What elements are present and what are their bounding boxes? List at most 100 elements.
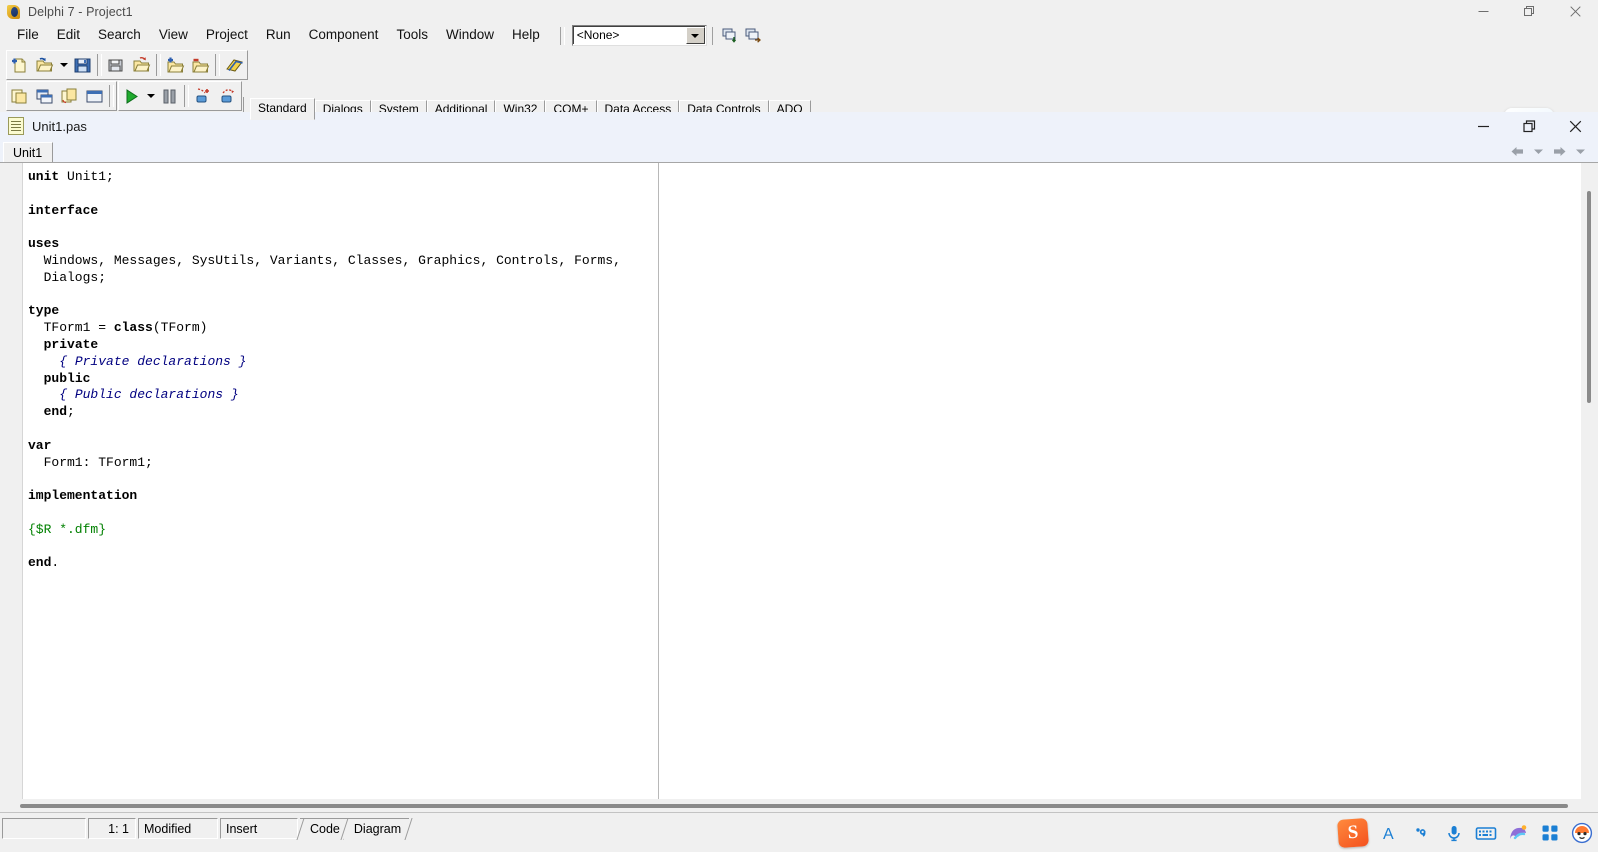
editor-vertical-split-line <box>658 163 659 812</box>
pause-icon[interactable] <box>157 84 182 108</box>
code-line <box>28 505 648 522</box>
toolbars-row: Standard Dialogs System Additional Win32… <box>0 48 1598 113</box>
code-token: class <box>114 320 153 335</box>
code-token <box>28 404 44 419</box>
keyboard-icon[interactable] <box>1474 821 1498 845</box>
add-file-to-project-button[interactable] <box>163 53 188 77</box>
help-book-icon[interactable] <box>222 53 247 77</box>
remove-file-from-project-button[interactable] <box>188 53 213 77</box>
view-toolbar <box>6 81 117 111</box>
menu-project[interactable]: Project <box>197 24 257 47</box>
run-dropdown[interactable] <box>144 84 157 108</box>
letter-a-icon[interactable]: A <box>1378 821 1402 845</box>
menu-window[interactable]: Window <box>437 24 503 47</box>
code-line: interface <box>28 203 648 220</box>
code-token: Unit1; <box>59 169 114 184</box>
code-line <box>28 471 648 488</box>
skin-palette-icon[interactable] <box>1506 821 1530 845</box>
editor-vertical-scroll-thumb[interactable] <box>1587 191 1591 403</box>
standard-toolbar <box>6 50 248 80</box>
code-token <box>28 337 44 352</box>
view-form-button[interactable] <box>32 84 57 108</box>
menu-component[interactable]: Component <box>300 24 388 47</box>
svg-text:A: A <box>1383 826 1394 843</box>
palette-tab-standard[interactable]: Standard <box>250 98 315 120</box>
view-toolbar-divider <box>109 85 114 107</box>
toolbar-divider-3 <box>215 54 220 76</box>
editor-restore-button[interactable] <box>1506 112 1552 140</box>
toolbar-divider <box>97 54 102 76</box>
arrow-left-icon[interactable] <box>1508 142 1527 160</box>
grid-apps-icon[interactable] <box>1538 821 1562 845</box>
code-token: end <box>28 555 51 570</box>
code-token: type <box>28 303 59 318</box>
menu-help[interactable]: Help <box>503 24 549 47</box>
code-token: public <box>44 371 91 386</box>
editor-gutter <box>0 163 23 812</box>
status-cursor-position: 1: 1 <box>88 818 136 839</box>
chevron-down-icon[interactable] <box>686 27 705 44</box>
editor-close-button[interactable] <box>1552 112 1598 140</box>
open-folder-icon[interactable] <box>129 53 154 77</box>
code-editor-window: Unit1.pas Unit1 <box>0 112 1598 812</box>
menu-edit[interactable]: Edit <box>48 24 89 47</box>
editor-horizontal-scroll-thumb[interactable] <box>20 804 1568 808</box>
open-project-button[interactable] <box>32 53 57 77</box>
set-debug-desktop-icon[interactable] <box>743 26 764 46</box>
code-token <box>28 354 59 369</box>
editor-tab-bar: Unit1 <box>0 140 1598 162</box>
menu-file[interactable]: File <box>8 24 48 47</box>
sogou-logo-icon[interactable]: S <box>1337 818 1369 848</box>
save-all-button[interactable] <box>104 53 129 77</box>
view-unit-button[interactable] <box>7 84 32 108</box>
save-desktop-icon[interactable] <box>720 26 741 46</box>
minimize-button[interactable] <box>1460 0 1506 23</box>
editor-vertical-scrollbar[interactable] <box>1581 163 1598 812</box>
code-line: private <box>28 337 648 354</box>
open-project-dropdown[interactable] <box>57 53 70 77</box>
microphone-icon[interactable] <box>1442 821 1466 845</box>
editor-file-title: Unit1.pas <box>32 119 87 134</box>
code-token: unit <box>28 169 59 184</box>
account-avatar-icon[interactable] <box>1570 821 1594 845</box>
arrow-right-icon[interactable] <box>1550 142 1569 160</box>
toolbar-divider-2 <box>156 54 161 76</box>
status-bar: 1: 1 Modified Insert Code Diagram S A <box>0 812 1598 852</box>
run-play-icon[interactable] <box>119 84 144 108</box>
menu-tools[interactable]: Tools <box>387 24 437 47</box>
punctuation-icon[interactable] <box>1410 821 1434 845</box>
editor-code-text[interactable]: unit Unit1; interface uses Windows, Mess… <box>28 169 648 572</box>
code-token: Windows, Messages, SysUtils, Variants, C… <box>28 253 621 268</box>
code-token: { Public declarations } <box>59 387 238 402</box>
trace-into-icon[interactable] <box>191 84 216 108</box>
window-title: Delphi 7 - Project1 <box>28 5 133 19</box>
code-line <box>28 539 648 556</box>
code-token: (TForm) <box>153 320 208 335</box>
code-line: public <box>28 371 648 388</box>
editor-minimize-button[interactable] <box>1460 112 1506 140</box>
code-token: { Private declarations } <box>59 354 246 369</box>
new-form-button[interactable] <box>82 84 107 108</box>
code-token: . <box>51 555 59 570</box>
menu-view[interactable]: View <box>150 24 197 47</box>
chevron-down-icon-left[interactable] <box>1529 142 1548 160</box>
menu-search[interactable]: Search <box>89 24 150 47</box>
editor-horizontal-scrollbar[interactable] <box>0 799 1598 813</box>
status-tab-diagram[interactable]: Diagram <box>344 818 409 840</box>
editor-tab-unit1[interactable]: Unit1 <box>3 142 53 164</box>
code-token <box>28 387 59 402</box>
close-button[interactable] <box>1552 0 1598 23</box>
toggle-form-unit-button[interactable] <box>57 84 82 108</box>
new-items-button[interactable] <box>7 53 32 77</box>
status-insert-mode: Insert <box>220 818 298 839</box>
desktop-layout-combo[interactable]: <None> <box>572 25 707 46</box>
menu-run[interactable]: Run <box>257 24 300 47</box>
main-window-controls <box>1460 0 1598 23</box>
save-button[interactable] <box>70 53 95 77</box>
chevron-down-icon-right[interactable] <box>1571 142 1590 160</box>
restore-button[interactable] <box>1506 0 1552 23</box>
menubar-divider <box>560 27 565 45</box>
code-line <box>28 287 648 304</box>
step-over-icon[interactable] <box>216 84 241 108</box>
code-token: interface <box>28 203 98 218</box>
